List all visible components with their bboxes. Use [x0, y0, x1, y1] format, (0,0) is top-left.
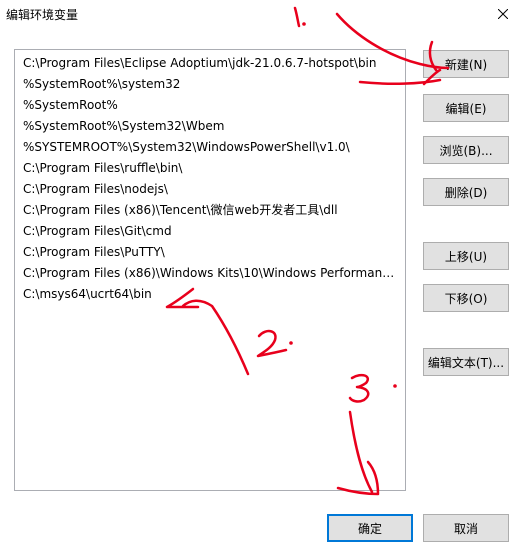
path-list[interactable]: C:\Program Files\Eclipse Adoptium\jdk-21…: [14, 49, 406, 491]
move-down-button[interactable]: 下移(O): [423, 284, 509, 312]
list-item[interactable]: C:\Program Files\nodejs\: [15, 179, 395, 200]
edit-env-variable-dialog: 编辑环境变量 C:\Program Files\Eclipse Adoptium…: [0, 0, 518, 553]
list-item[interactable]: C:\Program Files\ruffle\bin\: [15, 158, 395, 179]
delete-button[interactable]: 删除(D): [423, 178, 509, 206]
list-item[interactable]: %SYSTEMROOT%\System32\WindowsPowerShell\…: [15, 137, 395, 158]
window-title: 编辑环境变量: [6, 8, 79, 22]
list-item[interactable]: C:\Program Files (x86)\Tencent\微信web开发者工…: [15, 200, 395, 221]
ok-button[interactable]: 确定: [327, 514, 413, 542]
list-item[interactable]: %SystemRoot%: [15, 95, 395, 116]
edit-button[interactable]: 编辑(E): [423, 94, 509, 122]
list-item[interactable]: %SystemRoot%\system32: [15, 74, 395, 95]
close-button[interactable]: [488, 0, 518, 28]
move-up-button[interactable]: 上移(U): [423, 242, 509, 270]
list-item[interactable]: C:\Program Files\PuTTY\: [15, 242, 395, 263]
list-item[interactable]: C:\Program Files (x86)\Windows Kits\10\W…: [15, 263, 395, 284]
list-item[interactable]: %SystemRoot%\System32\Wbem: [15, 116, 395, 137]
title-bar: 编辑环境变量: [0, 0, 518, 28]
browse-button[interactable]: 浏览(B)...: [423, 136, 509, 164]
cancel-button[interactable]: 取消: [423, 514, 509, 542]
new-button[interactable]: 新建(N): [423, 50, 509, 78]
list-item[interactable]: C:\Program Files\Git\cmd: [15, 221, 395, 242]
list-item[interactable]: C:\Program Files\Eclipse Adoptium\jdk-21…: [15, 53, 395, 74]
close-icon: [498, 9, 508, 19]
list-item[interactable]: C:\msys64\ucrt64\bin: [15, 284, 395, 305]
edit-text-button[interactable]: 编辑文本(T)...: [423, 348, 509, 376]
